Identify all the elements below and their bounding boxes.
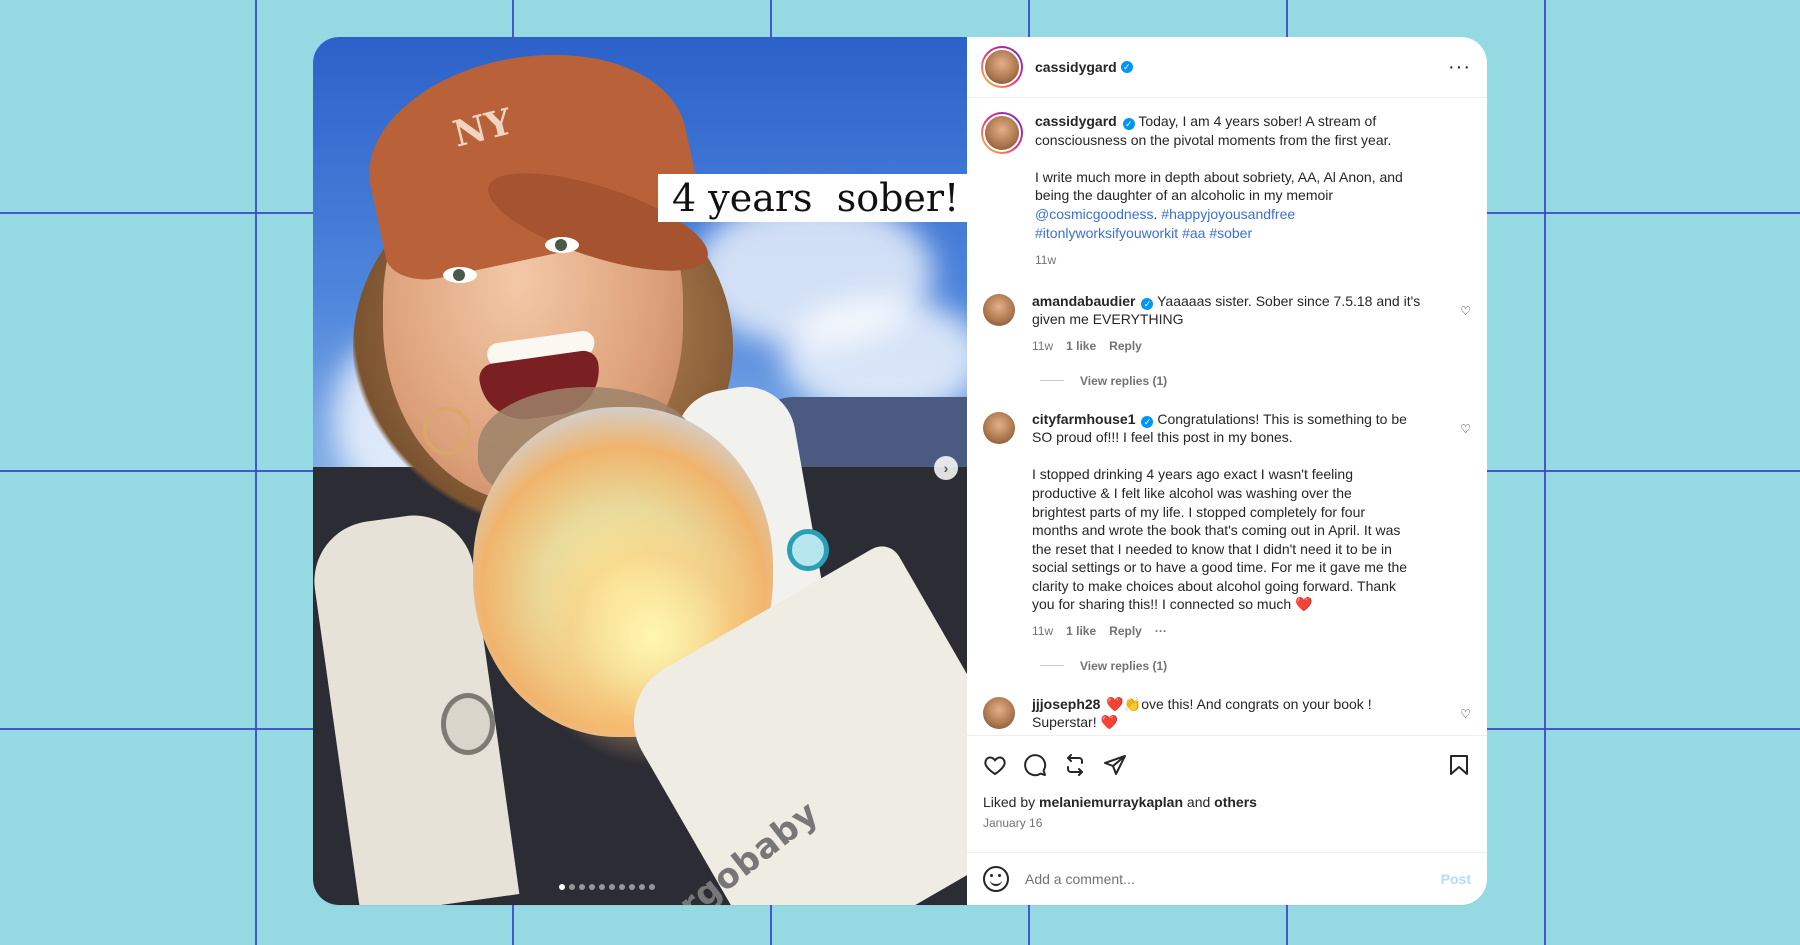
comment-time: 11w xyxy=(1032,624,1054,639)
comment: cityfarmhouse1 ✓ Congratulations! This is… xyxy=(981,410,1471,641)
comment-text: clarity to make choices about alcohol go… xyxy=(1032,577,1396,594)
liked-by-user[interactable]: melaniemurraykaplan xyxy=(1039,794,1183,810)
view-replies-label: View replies (1) xyxy=(1080,373,1168,388)
avatar[interactable] xyxy=(983,411,1015,444)
view-replies-label: View replies (1) xyxy=(1080,658,1168,673)
view-replies-button[interactable]: View replies (1) xyxy=(1040,374,1471,388)
reply-button[interactable]: Reply xyxy=(1109,337,1142,356)
caption-username[interactable]: cassidygard xyxy=(1035,113,1117,129)
post-username[interactable]: cassidygard xyxy=(1035,59,1117,75)
comment-likes[interactable]: 1 like xyxy=(1066,337,1096,356)
post-date: January 16 xyxy=(983,816,1043,830)
like-comment-icon[interactable]: ♡ xyxy=(1460,304,1471,318)
likes-summary: Liked by melaniemurraykaplan and others xyxy=(967,794,1487,814)
post-photo[interactable]: NY ergobaby 4 years sober! › xyxy=(313,37,967,905)
hashtag-link[interactable]: #sober xyxy=(1209,225,1252,241)
caption-text: Today, I am 4 years sober! A stream of xyxy=(1138,113,1377,129)
caption-text: consciousness on the pivotal moments fro… xyxy=(1035,131,1392,148)
comment: amandabaudier ✓ Yaaaaas sister. Sober sin… xyxy=(981,292,1471,356)
comment-text: ❤️👏ove this! And congrats on your book ! xyxy=(1106,695,1372,712)
add-comment-bar: Post xyxy=(967,852,1487,905)
comment: jjjoseph28 ❤️👏ove this! And congrats on … xyxy=(981,695,1471,732)
comment-text: brightest parts of my life. I stopped co… xyxy=(1032,503,1366,520)
share-icon[interactable] xyxy=(1103,753,1127,777)
photo-caption-overlay: 4 years sober! xyxy=(658,174,967,222)
comment-input[interactable] xyxy=(1023,870,1441,888)
likes-others[interactable]: others xyxy=(1214,794,1257,810)
post-button[interactable]: Post xyxy=(1441,871,1471,887)
comment-text: months and wrote the book that's coming … xyxy=(1032,522,1401,539)
like-comment-icon[interactable]: ♡ xyxy=(1460,422,1471,436)
avatar[interactable] xyxy=(983,293,1015,326)
hashtag-link[interactable]: #aa xyxy=(1182,225,1205,241)
carousel-dots xyxy=(559,884,655,890)
comment-username[interactable]: jjjoseph28 xyxy=(1032,696,1100,712)
comment-likes[interactable]: 1 like xyxy=(1066,622,1096,641)
emoji-icon[interactable] xyxy=(983,866,1009,892)
likes-and: and xyxy=(1186,794,1211,810)
post-header: cassidygard ✓ ··· xyxy=(967,37,1487,98)
comment-text: productive & I felt like alcohol was was… xyxy=(1032,484,1352,501)
comment-text: you for sharing this!! I connected so mu… xyxy=(1032,596,1313,613)
comment-text: given me EVERYTHING xyxy=(1032,311,1184,328)
avatar[interactable] xyxy=(983,696,1015,729)
next-image-button[interactable]: › xyxy=(934,456,958,480)
avatar[interactable] xyxy=(981,46,1023,88)
post-panel: cassidygard ✓ ··· cassidygard ✓ Today, I … xyxy=(967,37,1487,905)
comments-list[interactable]: cassidygard ✓ Today, I am 4 years sober! … xyxy=(967,98,1487,735)
hashtag-link[interactable]: #happyjoyousandfree xyxy=(1161,206,1295,222)
comment-text: Congratulations! This is something to be xyxy=(1157,410,1407,427)
comment-more-icon[interactable]: ··· xyxy=(1155,622,1167,641)
verified-icon: ✓ xyxy=(1141,415,1154,428)
comment-text: social settings or to have a good time. … xyxy=(1032,559,1408,576)
comment-text: the reset that I needed to know that I d… xyxy=(1032,540,1392,557)
comment-time: 11w xyxy=(1032,338,1054,353)
view-replies-button[interactable]: View replies (1) xyxy=(1040,659,1471,673)
mention-link[interactable]: @cosmicgoodness xyxy=(1035,206,1154,222)
like-comment-icon[interactable]: ♡ xyxy=(1460,707,1471,721)
more-options-icon[interactable]: ··· xyxy=(1448,57,1471,77)
comment-icon[interactable] xyxy=(1023,753,1047,777)
grid-line xyxy=(1544,0,1546,945)
caption-time: 11w xyxy=(1035,253,1057,268)
avatar[interactable] xyxy=(981,112,1023,154)
caption-text: being the daughter of an alcoholic in my… xyxy=(1035,187,1334,204)
likes-prefix: Liked by xyxy=(983,794,1036,810)
comment-text: SO proud of!!! I feel this post in my bo… xyxy=(1032,429,1293,446)
comment-text: I stopped drinking 4 years ago exact I w… xyxy=(1032,466,1353,483)
reply-button[interactable]: Reply xyxy=(1109,622,1142,641)
repost-icon[interactable] xyxy=(1063,753,1087,777)
caption-text: I write much more in depth about sobriet… xyxy=(1035,168,1403,185)
hashtag-link[interactable]: #itonlyworksifyouworkit xyxy=(1035,225,1178,241)
comment-text: Yaaaaas sister. Sober since 7.5.18 and i… xyxy=(1157,292,1421,309)
comment-username[interactable]: amandabaudier xyxy=(1032,293,1135,309)
post-caption: cassidygard ✓ Today, I am 4 years sober! … xyxy=(981,112,1471,270)
bookmark-icon[interactable] xyxy=(1447,753,1471,777)
verified-icon: ✓ xyxy=(1120,61,1133,73)
post-card: NY ergobaby 4 years sober! › cassidygard… xyxy=(313,37,1487,905)
grid-line xyxy=(255,0,257,945)
heart-icon[interactable] xyxy=(983,753,1007,777)
verified-icon: ✓ xyxy=(1141,297,1154,310)
action-bar xyxy=(967,735,1487,794)
comment-text: Superstar! ❤️ xyxy=(1032,714,1118,731)
comment-username[interactable]: cityfarmhouse1 xyxy=(1032,411,1135,427)
verified-icon: ✓ xyxy=(1122,118,1135,130)
